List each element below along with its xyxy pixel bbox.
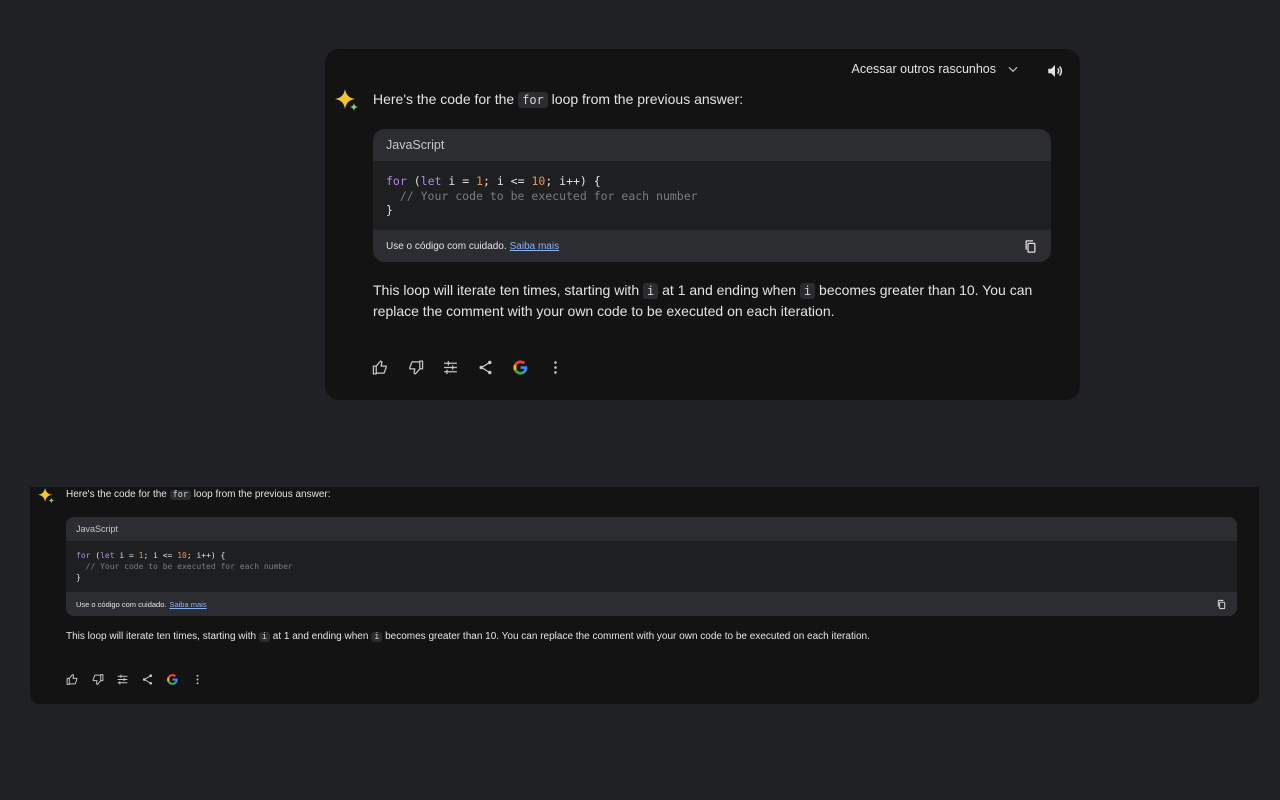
learn-more-link[interactable]: Saiba mais xyxy=(169,600,206,609)
speaker-icon[interactable] xyxy=(1046,62,1064,80)
copy-code-button[interactable] xyxy=(1023,239,1038,254)
drafts-label: Acessar outros rascunhos xyxy=(851,62,996,76)
chevron-down-icon xyxy=(1008,66,1018,73)
response-card-large: Acessar outros rascunhos Here's the code… xyxy=(325,49,1080,400)
thumbs-down-icon xyxy=(92,674,104,685)
share-icon xyxy=(479,360,492,375)
thumbs-up-button[interactable] xyxy=(372,359,389,376)
google-check-button[interactable] xyxy=(512,359,529,376)
thumbs-down-button[interactable] xyxy=(91,673,104,686)
answer-text: This loop will iterate ten times, starti… xyxy=(373,282,1033,319)
copy-icon xyxy=(1025,239,1036,253)
intro-text: Here's the code for the for loop from th… xyxy=(66,489,331,500)
thumbs-down-button[interactable] xyxy=(407,359,424,376)
more-options-button[interactable] xyxy=(191,673,204,686)
code-content: for (let i = 1; i <= 10; i++) { // Your … xyxy=(76,551,293,582)
tune-icon xyxy=(444,361,457,374)
thumbs-up-icon xyxy=(372,360,387,375)
more-options-button[interactable] xyxy=(547,359,564,376)
code-block: JavaScript for (let i = 1; i <= 10; i++)… xyxy=(66,517,1237,616)
code-footer: Use o código com cuidado. Saiba mais xyxy=(373,230,1051,262)
sparkle-icon xyxy=(38,487,55,504)
response-card-wide: Here's the code for the for loop from th… xyxy=(30,487,1259,704)
google-icon xyxy=(167,674,178,685)
more-vert-icon xyxy=(554,361,557,374)
share-button[interactable] xyxy=(141,673,154,686)
code-footer: Use o código com cuidado. Saiba mais xyxy=(66,592,1237,616)
thumbs-up-icon xyxy=(66,674,78,685)
copy-code-button[interactable] xyxy=(1216,599,1227,610)
thumbs-up-button[interactable] xyxy=(66,673,79,686)
sparkle-icon xyxy=(335,89,358,111)
google-check-button[interactable] xyxy=(166,673,179,686)
code-language-label: JavaScript xyxy=(373,129,1051,161)
thumbs-down-icon xyxy=(409,360,424,375)
response-actions xyxy=(66,673,204,686)
drafts-dropdown[interactable]: Acessar outros rascunhos xyxy=(851,62,1020,76)
copy-icon xyxy=(1217,599,1226,609)
inline-code: for xyxy=(518,92,548,108)
tune-icon xyxy=(117,674,128,685)
share-icon xyxy=(142,674,153,685)
answer-text: This loop will iterate ten times, starti… xyxy=(66,631,870,642)
modify-response-button[interactable] xyxy=(442,359,459,376)
modify-response-button[interactable] xyxy=(116,673,129,686)
response-actions xyxy=(372,359,564,376)
learn-more-link[interactable]: Saiba mais xyxy=(510,241,559,252)
share-button[interactable] xyxy=(477,359,494,376)
intro-text: Here's the code for the for loop from th… xyxy=(373,91,744,108)
more-vert-icon xyxy=(196,674,199,685)
inline-code: for xyxy=(169,490,191,500)
code-content: for (let i = 1; i <= 10; i++) { // Your … xyxy=(386,174,698,217)
code-block: JavaScript for (let i = 1; i <= 10; i++)… xyxy=(373,129,1051,262)
code-language-label: JavaScript xyxy=(66,517,1237,541)
caution-text: Use o código com cuidado. xyxy=(386,240,507,252)
google-icon xyxy=(513,360,528,375)
caution-text: Use o código com cuidado. xyxy=(76,599,167,609)
